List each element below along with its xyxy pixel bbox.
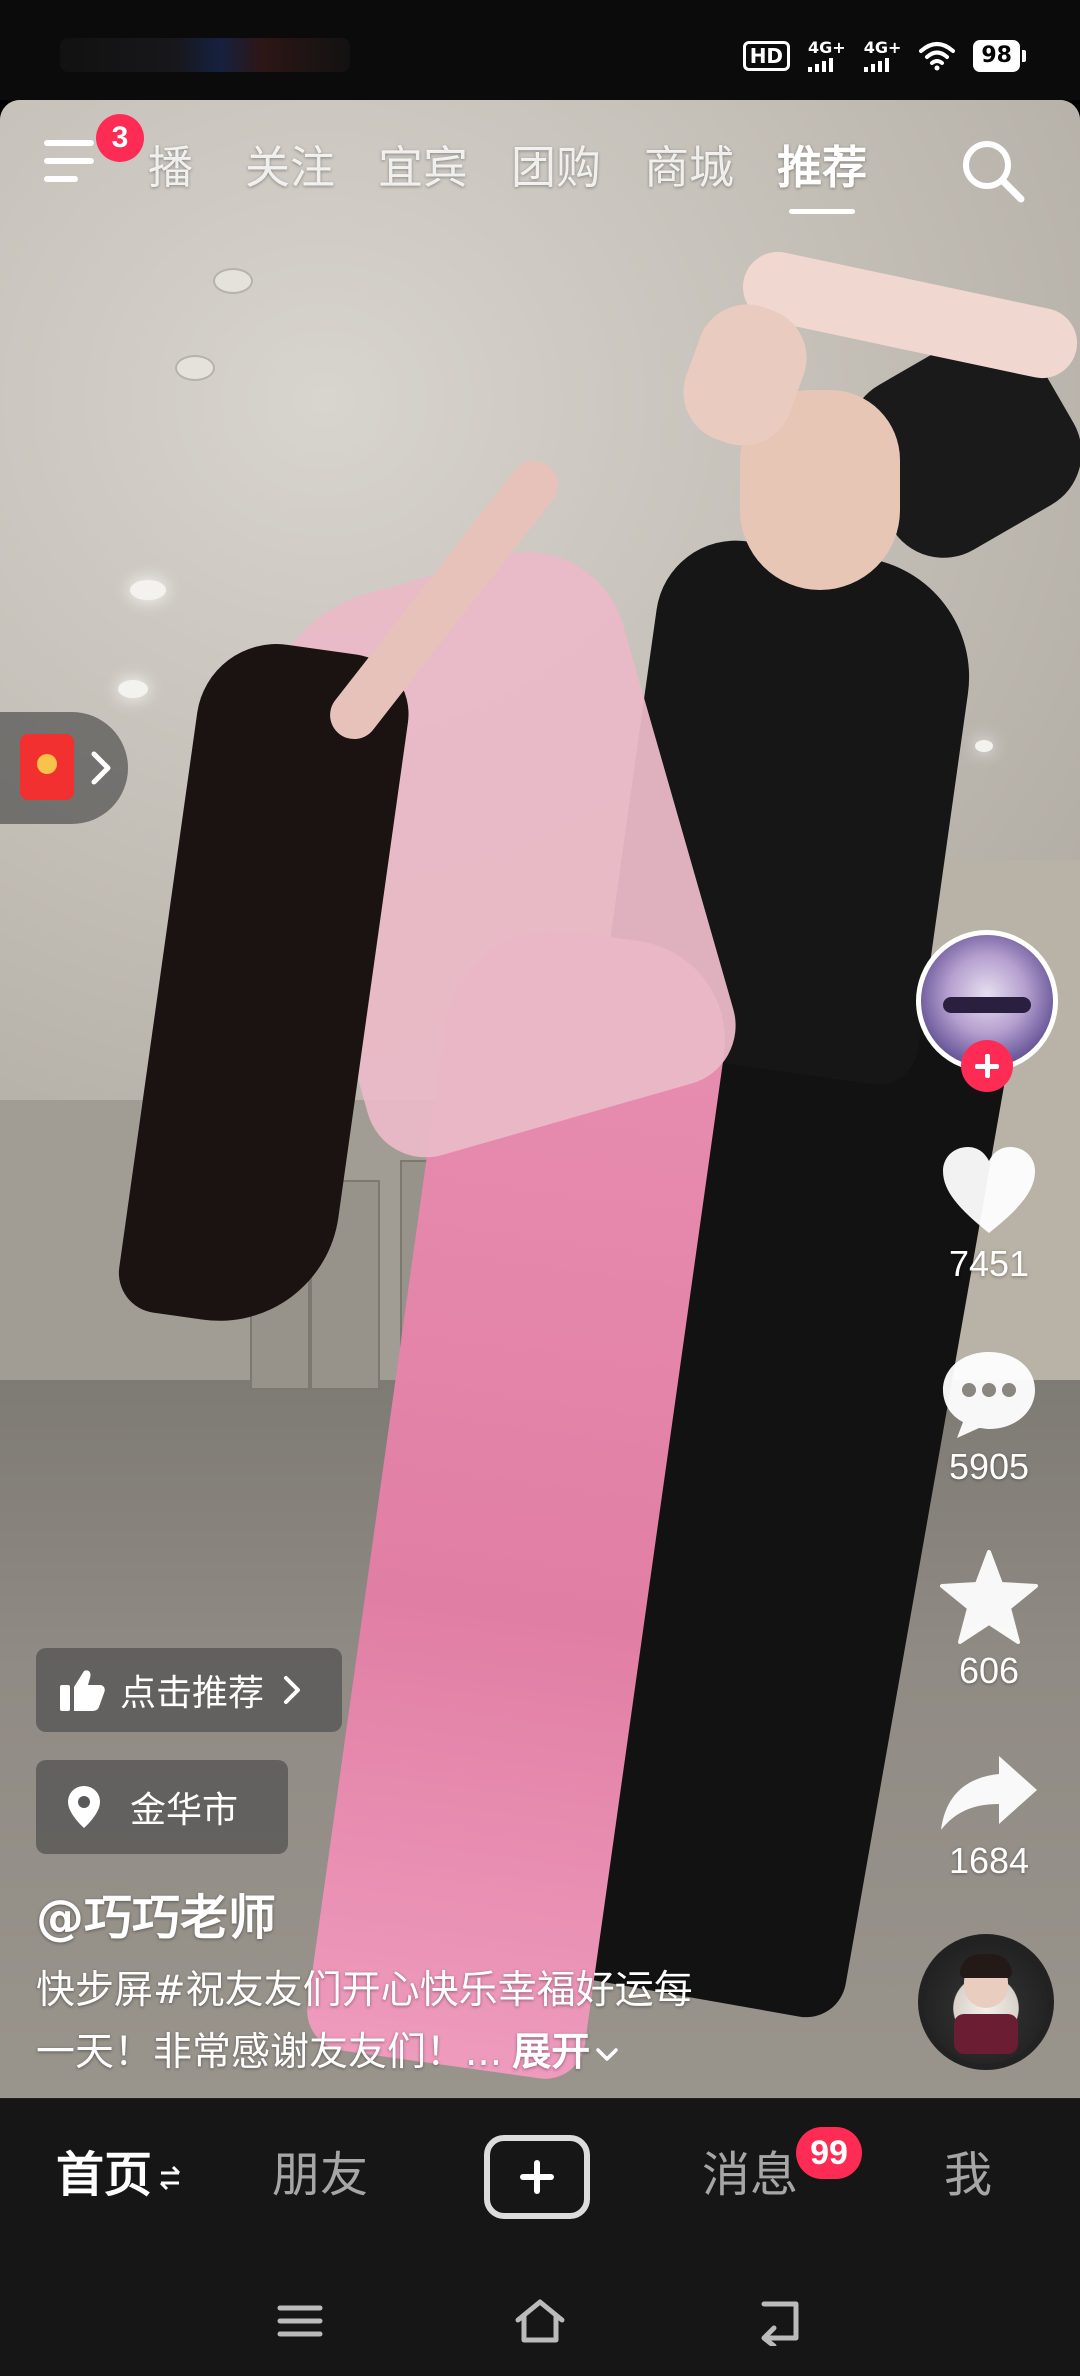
location-label: 金华市	[130, 1790, 239, 1831]
tab-home-label: 首页	[56, 2147, 153, 2203]
expand-label: 展开	[512, 2030, 591, 2075]
video-description[interactable]: 快步屏#祝友友们开心快乐幸福好运每 一天！非常感谢友友们！... 展开	[36, 1960, 856, 2084]
tab-live[interactable]: 播	[148, 138, 202, 198]
video-ceiling-lamp	[118, 680, 148, 698]
network-type-1: 4G+	[808, 38, 846, 57]
battery-icon: 98	[973, 40, 1026, 72]
comment-count: 5905	[948, 1446, 1030, 1487]
messages-badge: 99	[796, 2127, 862, 2179]
back-icon[interactable]	[750, 2296, 810, 2346]
favorite-button[interactable]: 606	[916, 1550, 1062, 1692]
create-plus-button[interactable]	[484, 2135, 590, 2219]
tab-following[interactable]: 关注	[245, 138, 335, 198]
home-icon[interactable]	[510, 2296, 570, 2346]
tab-group-buy[interactable]: 团购	[511, 138, 601, 198]
follow-plus-button[interactable]	[961, 1040, 1013, 1092]
description-line-2: 一天！非常感谢友友们！...	[36, 2030, 503, 2075]
thumbs-up-icon	[60, 1670, 105, 1711]
hd-voice-indicator: HD	[742, 41, 791, 71]
top-navigation: 3 播 关注 宜宾 团购 商城 推荐	[0, 100, 1080, 240]
signal-sim2-icon: 4G+	[863, 38, 902, 72]
video-ceiling-lamp	[130, 580, 166, 600]
location-chip[interactable]: 金华市	[36, 1760, 288, 1854]
location-pin-icon	[68, 1786, 100, 1828]
heart-icon	[943, 1147, 1035, 1233]
chevron-right-icon	[284, 1676, 301, 1704]
menu-button[interactable]	[44, 140, 100, 190]
video-smoke-detector	[213, 268, 253, 294]
tab-mall[interactable]: 商城	[644, 138, 734, 198]
status-bar: HD 4G+ 4G+ 98	[0, 0, 1080, 100]
favorite-count: 606	[958, 1650, 1020, 1691]
recommend-label: 点击推荐	[120, 1673, 265, 1714]
red-packet-pendant[interactable]	[0, 712, 128, 824]
status-notification-icons	[60, 38, 350, 72]
status-indicators: HD 4G+ 4G+ 98	[742, 36, 1026, 76]
tab-recommend[interactable]: 推荐	[777, 138, 867, 214]
red-envelope-icon	[20, 734, 74, 800]
description-line-1: 快步屏#祝友友们开心快乐幸福好运每	[36, 1968, 693, 2013]
system-navigation-bar	[0, 2266, 1080, 2376]
wifi-icon	[919, 42, 956, 71]
like-count: 7451	[948, 1243, 1030, 1284]
author-name[interactable]: @巧巧老师	[36, 1878, 276, 1948]
tab-friends[interactable]: 朋友	[272, 2145, 368, 2205]
share-button[interactable]: 1684	[916, 1752, 1062, 1882]
comment-bubble-icon	[943, 1352, 1035, 1438]
tab-me[interactable]: 我	[944, 2145, 992, 2205]
battery-level: 98	[973, 40, 1020, 72]
tab-home[interactable]: 首页	[56, 2145, 182, 2205]
comment-button[interactable]: 5905	[916, 1348, 1062, 1488]
music-disc[interactable]	[918, 1934, 1054, 2070]
share-arrow-icon	[941, 1756, 1037, 1830]
search-icon[interactable]	[958, 136, 1028, 206]
network-type-2: 4G+	[863, 38, 902, 57]
chevron-down-icon	[596, 2048, 618, 2061]
menu-notification-badge: 3	[96, 114, 144, 162]
tab-local[interactable]: 宜宾	[378, 138, 468, 198]
like-button[interactable]: 7451	[916, 1145, 1062, 1285]
bottom-tab-bar: 首页 朋友 消息 99 我	[0, 2098, 1080, 2266]
recommend-chip[interactable]: 点击推荐	[36, 1648, 342, 1732]
video-smoke-detector	[175, 355, 215, 381]
share-count: 1684	[948, 1840, 1030, 1881]
top-tabs: 播 关注 宜宾 团购 商城 推荐	[148, 138, 867, 214]
star-icon	[940, 1550, 1038, 1644]
chevron-right-icon	[91, 751, 111, 785]
signal-sim1-icon: 4G+	[808, 40, 846, 72]
recent-apps-icon[interactable]	[270, 2296, 330, 2346]
video-ceiling-lamp	[975, 740, 993, 752]
menu-icon	[44, 140, 94, 146]
refresh-icon	[159, 2165, 181, 2191]
expand-button[interactable]: 展开	[512, 2030, 620, 2075]
tab-messages[interactable]: 消息	[702, 2145, 798, 2205]
